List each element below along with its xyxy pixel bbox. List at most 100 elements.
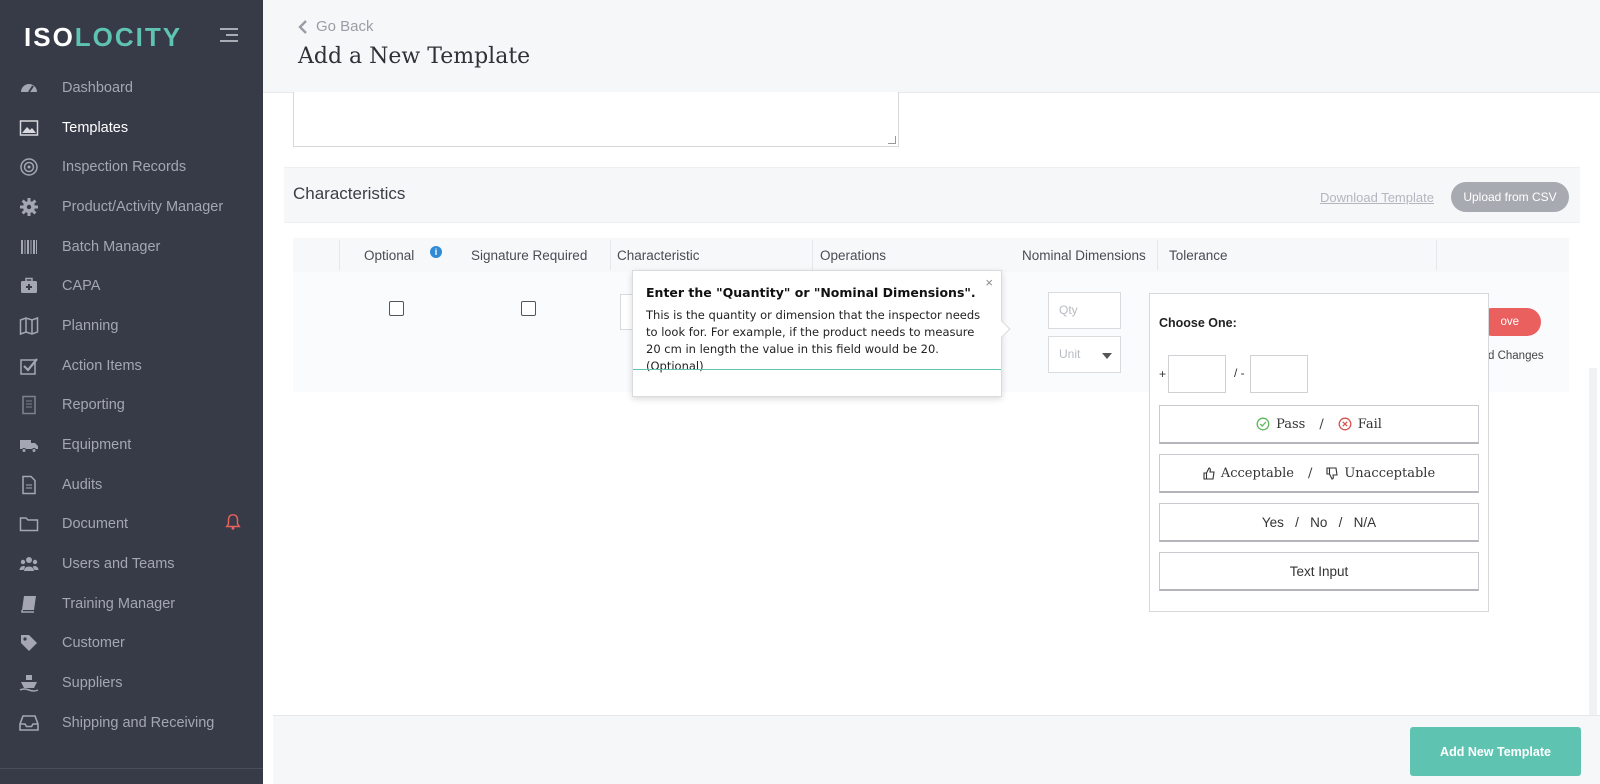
go-back-link[interactable]: Go Back (298, 18, 374, 35)
sidebar-item-reporting[interactable]: Reporting (0, 386, 263, 426)
sidebar-item-suppliers[interactable]: Suppliers (0, 663, 263, 703)
tooltip-divider (633, 369, 1001, 370)
sidebar-item-label: Document (62, 516, 129, 533)
column-divider (1436, 240, 1437, 270)
pass-label: Pass (1276, 416, 1306, 432)
logo-part-iso: ISO (24, 22, 75, 52)
description-textarea[interactable] (293, 92, 899, 147)
target-icon (18, 156, 40, 178)
report-icon (18, 394, 40, 416)
sidebar-item-label: Audits (62, 476, 103, 493)
sidebar-item-label: Planning (62, 317, 119, 334)
sidebar-item-label: Equipment (62, 437, 132, 454)
fail-label: Fail (1357, 416, 1382, 432)
barcode-icon (18, 236, 40, 258)
tooltip-title: Enter the "Quantity" or "Nominal Dimensi… (646, 285, 976, 300)
nominal-dimensions-tooltip: Enter the "Quantity" or "Nominal Dimensi… (632, 270, 1011, 397)
checkbox-icon (18, 355, 40, 377)
gear-icon (18, 196, 40, 218)
unsaved-changes-label: d Changes (1488, 350, 1544, 362)
logo[interactable]: ISOLOCITY (24, 22, 182, 53)
yes-no-na-option[interactable]: Yes / No / N/A (1159, 503, 1479, 542)
sidebar-item-planning[interactable]: Planning (0, 306, 263, 346)
book-icon (18, 593, 40, 615)
sidebar-item-inspection-records[interactable]: Inspection Records (0, 147, 263, 187)
info-icon[interactable]: i (430, 246, 442, 258)
col-signature-required: Signature Required (471, 248, 588, 263)
bell-icon[interactable] (224, 513, 242, 536)
col-tolerance: Tolerance (1169, 248, 1228, 263)
col-operations: Operations (820, 248, 887, 263)
sidebar-item-equipment[interactable]: Equipment (0, 425, 263, 465)
sidebar-item-label: Training Manager (62, 595, 176, 612)
sidebar-item-label: Customer (62, 635, 125, 652)
qty-input[interactable]: Qty (1048, 292, 1121, 329)
caret-down-icon (1102, 353, 1112, 359)
sidebar-item-label: Users and Teams (62, 556, 175, 573)
col-optional: Optional (364, 248, 415, 263)
column-divider (1157, 240, 1158, 270)
upload-csv-button[interactable]: Upload from CSV (1451, 182, 1569, 212)
sidebar-item-label: Batch Manager (62, 238, 161, 255)
optional-checkbox[interactable] (389, 301, 404, 316)
sidebar-item-audits[interactable]: Audits (0, 465, 263, 505)
sidebar-item-users-and-teams[interactable]: Users and Teams (0, 544, 263, 584)
sidebar-item-label: Suppliers (62, 675, 123, 692)
text-input-option[interactable]: Text Input (1159, 552, 1479, 591)
check-circle-icon (1256, 417, 1270, 431)
sidebar-item-label: Action Items (62, 357, 142, 374)
thumbs-up-icon (1203, 466, 1215, 480)
truck-icon (18, 434, 40, 456)
sidebar-item-document[interactable]: Document (0, 505, 263, 545)
sidebar-item-customer[interactable]: Customer (0, 624, 263, 664)
column-divider (610, 240, 611, 270)
separator: / (1307, 465, 1313, 481)
unit-select-value: Unit (1059, 347, 1081, 361)
choose-one-label: Choose One: (1159, 316, 1237, 330)
unacceptable-label: Unacceptable (1344, 465, 1436, 481)
characteristics-title: Characteristics (293, 184, 406, 203)
sidebar-item-label: Product/Activity Manager (62, 198, 224, 215)
signature-required-checkbox[interactable] (521, 301, 536, 316)
x-circle-icon (1338, 417, 1352, 431)
chevron-left-icon (298, 19, 307, 34)
resize-handle-icon[interactable] (888, 136, 896, 144)
close-icon[interactable]: × (985, 275, 993, 290)
column-divider (339, 240, 340, 270)
tolerance-minus-input[interactable] (1250, 355, 1308, 393)
hamburger-menu-icon[interactable] (220, 28, 238, 46)
sidebar-item-templates[interactable]: Templates (0, 108, 263, 148)
sidebar-item-shipping-and-receiving[interactable]: Shipping and Receiving (0, 703, 263, 743)
sidebar-item-label: Dashboard (62, 79, 133, 96)
image-icon (18, 117, 40, 139)
logo-part-locity: LOCITY (74, 22, 183, 52)
sidebar-item-training-manager[interactable]: Training Manager (0, 584, 263, 624)
sidebar-item-action-items[interactable]: Action Items (0, 346, 263, 386)
add-new-template-button[interactable]: Add New Template (1410, 727, 1581, 776)
column-divider (812, 240, 813, 270)
minus-label: / - (1234, 366, 1245, 380)
dashboard-icon (18, 77, 40, 99)
plus-label: + (1159, 367, 1167, 381)
tolerance-plus-input[interactable] (1168, 355, 1226, 393)
col-characteristic: Characteristic (617, 248, 700, 263)
download-template-link[interactable]: Download Template (1320, 190, 1434, 205)
inbox-icon (18, 712, 40, 734)
sidebar-item-capa[interactable]: CAPA (0, 266, 263, 306)
users-icon (18, 553, 40, 575)
sidebar: ISOLOCITY Dashboard Templates Inspection… (0, 0, 263, 784)
sidebar-item-label: Shipping and Receiving (62, 714, 215, 731)
sidebar-item-batch-manager[interactable]: Batch Manager (0, 227, 263, 267)
folder-icon (18, 513, 40, 535)
sidebar-divider (0, 768, 263, 769)
pass-fail-option[interactable]: Pass / Fail (1159, 405, 1479, 444)
sidebar-nav: Dashboard Templates Inspection Records P… (0, 68, 263, 743)
scrollbar[interactable] (1589, 368, 1597, 715)
file-icon (18, 474, 40, 496)
sidebar-item-product-activity-manager[interactable]: Product/Activity Manager (0, 187, 263, 227)
tag-icon (18, 632, 40, 654)
acceptable-label: Acceptable (1220, 465, 1294, 481)
acceptable-option[interactable]: Acceptable / Unacceptable (1159, 454, 1479, 493)
unit-select[interactable]: Unit (1048, 336, 1121, 373)
sidebar-item-dashboard[interactable]: Dashboard (0, 68, 263, 108)
